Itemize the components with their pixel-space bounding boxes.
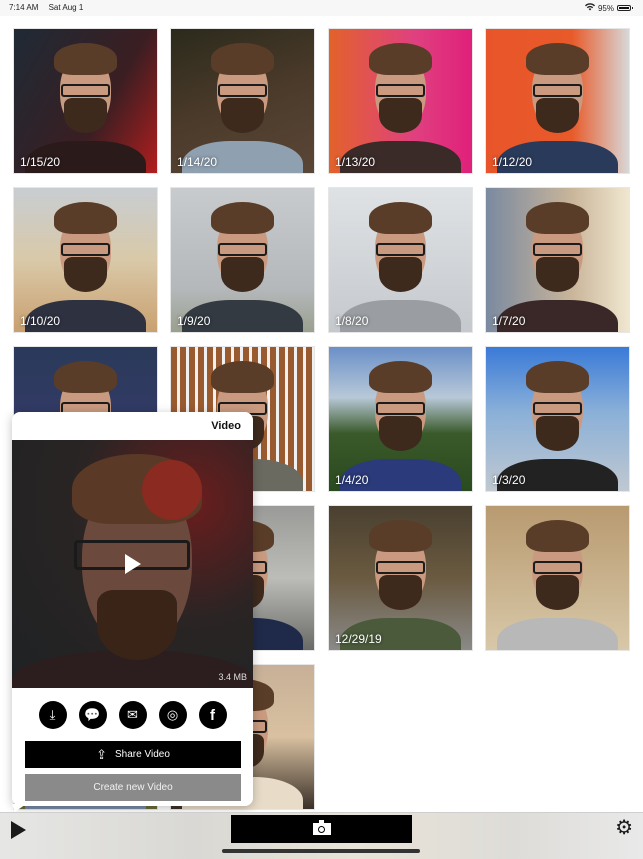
- photo-subject: [497, 618, 618, 650]
- photo-beard: [221, 98, 264, 133]
- photo-glasses: [376, 560, 425, 574]
- bottom-toolbar: ⚙: [0, 812, 643, 859]
- photo-hair: [369, 520, 432, 553]
- save-to-device-icon[interactable]: ⤓: [38, 701, 67, 729]
- photo-beard: [379, 257, 422, 292]
- photo-date: 1/8/20: [335, 314, 369, 328]
- gear-icon[interactable]: ⚙: [615, 818, 633, 838]
- home-indicator[interactable]: [222, 849, 420, 853]
- photo-thumbnail[interactable]: 1/13/20: [328, 28, 473, 174]
- create-new-video-button[interactable]: Create new Video: [25, 774, 241, 801]
- photo-thumbnail[interactable]: 1/9/20: [170, 187, 315, 333]
- photo-glasses: [218, 83, 267, 97]
- photo-hair: [369, 202, 432, 235]
- photo-date: 1/12/20: [492, 155, 533, 169]
- photo-beard: [536, 575, 579, 610]
- photo-beard: [221, 257, 264, 292]
- photo-beard: [536, 257, 579, 292]
- photo-date: 1/14/20: [177, 155, 218, 169]
- create-new-video-label: Create new Video: [93, 782, 173, 793]
- popover-title: Video: [211, 420, 241, 432]
- photo-glasses: [533, 560, 582, 574]
- photo-thumbnail[interactable]: 1/8/20: [328, 187, 473, 333]
- photo-thumbnail[interactable]: 1/14/20: [170, 28, 315, 174]
- photo-date: 1/13/20: [335, 155, 376, 169]
- play-icon[interactable]: [11, 821, 26, 839]
- photo-date: 1/3/20: [492, 473, 526, 487]
- photo-glasses: [533, 83, 582, 97]
- photo-date: 1/9/20: [177, 314, 211, 328]
- photo-glasses: [533, 401, 582, 415]
- photo-glasses: [533, 242, 582, 256]
- messages-icon[interactable]: 💬: [78, 701, 107, 729]
- photo-thumbnail[interactable]: 1/10/20: [13, 187, 158, 333]
- photo-date: 1/15/20: [20, 155, 61, 169]
- video-preview[interactable]: 3.4 MB: [12, 440, 253, 688]
- photo-hair: [211, 361, 274, 394]
- photo-date: 1/7/20: [492, 314, 526, 328]
- photo-hair: [369, 361, 432, 394]
- photo-thumbnail[interactable]: 1/3/20: [485, 346, 630, 492]
- photo-glasses: [376, 83, 425, 97]
- photo-beard: [64, 98, 107, 133]
- photo-hair: [54, 43, 117, 76]
- photo-glasses: [376, 401, 425, 415]
- share-video-label: Share Video: [115, 749, 170, 760]
- facebook-icon[interactable]: f: [198, 701, 227, 729]
- camera-button[interactable]: [231, 815, 412, 843]
- photo-hair: [54, 361, 117, 394]
- share-targets: ⤓ 💬 ✉ ◎ f: [12, 701, 253, 729]
- photo-glasses: [218, 242, 267, 256]
- photo-hair: [369, 43, 432, 76]
- photo-thumbnail[interactable]: [485, 505, 630, 651]
- instagram-icon[interactable]: ◎: [158, 701, 187, 729]
- mail-icon[interactable]: ✉: [118, 701, 147, 729]
- photo-beard: [536, 98, 579, 133]
- photo-beard: [536, 416, 579, 451]
- photo-hair: [211, 202, 274, 235]
- camera-icon: [312, 820, 331, 835]
- photo-date: 1/10/20: [20, 314, 61, 328]
- photo-beard: [379, 416, 422, 451]
- play-icon[interactable]: [125, 554, 141, 574]
- photo-date: 12/29/19: [335, 632, 382, 646]
- photo-hair: [526, 202, 589, 235]
- photo-hair: [54, 202, 117, 235]
- share-video-button[interactable]: ⇪ Share Video: [25, 741, 241, 768]
- share-icon: ⇪: [96, 746, 108, 762]
- photo-thumbnail[interactable]: 12/29/19: [328, 505, 473, 651]
- photo-thumbnail[interactable]: 1/4/20: [328, 346, 473, 492]
- photo-hair: [526, 43, 589, 76]
- photo-hair: [211, 43, 274, 76]
- photo-thumbnail[interactable]: 1/12/20: [485, 28, 630, 174]
- photo-glasses: [376, 242, 425, 256]
- photo-date: 1/4/20: [335, 473, 369, 487]
- photo-beard: [379, 98, 422, 133]
- photo-beard: [379, 575, 422, 610]
- video-popover: Video 3.4 MB ⤓ 💬 ✉ ◎ f ⇪ Share Video Create …: [12, 412, 253, 806]
- photo-thumbnail[interactable]: 1/7/20: [485, 187, 630, 333]
- photo-thumbnail[interactable]: 1/15/20: [13, 28, 158, 174]
- photo-glasses: [61, 83, 110, 97]
- photo-beard: [64, 257, 107, 292]
- file-size-label: 3.4 MB: [218, 672, 247, 682]
- photo-hair: [526, 520, 589, 553]
- photo-glasses: [61, 242, 110, 256]
- photo-hair: [526, 361, 589, 394]
